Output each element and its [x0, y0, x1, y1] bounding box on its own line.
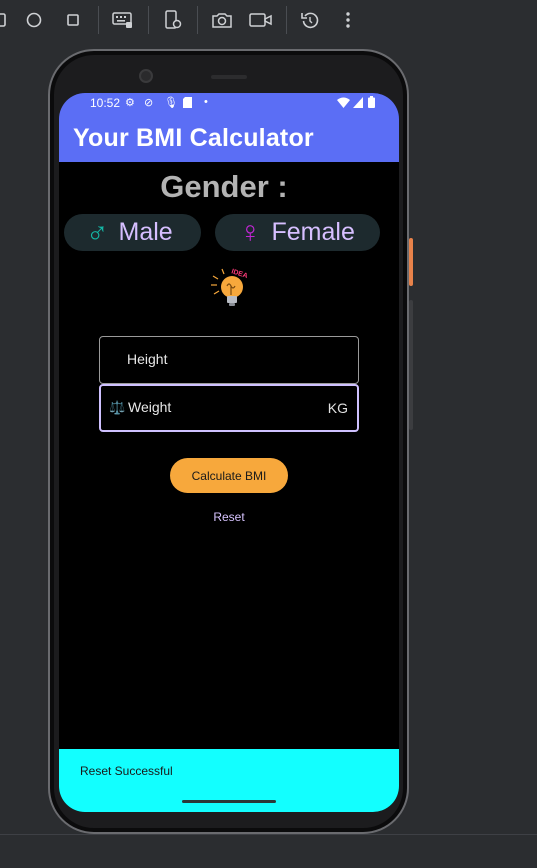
weight-input[interactable]: [128, 399, 308, 415]
toolbar-divider: [197, 6, 198, 34]
keyboard-icon[interactable]: [110, 8, 136, 32]
snackbar-message: Reset Successful: [80, 764, 173, 778]
toolbar-divider: [98, 6, 99, 34]
overview-square-icon[interactable]: [60, 8, 86, 32]
power-icon[interactable]: [0, 8, 14, 32]
rotate-icon[interactable]: [297, 8, 323, 32]
snackbar: Reset Successful: [59, 749, 399, 812]
volume-side-button[interactable]: [409, 300, 413, 430]
male-button[interactable]: ♂ Male: [64, 214, 201, 251]
sd-card-status-icon: [183, 97, 192, 111]
toolbar-divider: [286, 6, 287, 34]
window-divider: [0, 834, 537, 835]
phone-screen: 10:52 ⚙ ⊘ 🎙 • Your BMI Calculator Gender…: [59, 93, 399, 812]
height-input[interactable]: [127, 351, 347, 367]
emulator-toolbar: [0, 0, 537, 40]
app-bar: Your BMI Calculator: [59, 113, 399, 162]
shield-status-icon: ⊘: [144, 97, 154, 109]
device-settings-icon[interactable]: [160, 8, 186, 32]
female-button[interactable]: ♀ Female: [215, 214, 380, 251]
toolbar-divider: [148, 6, 149, 34]
female-symbol-icon: ♀: [239, 215, 262, 249]
weight-field[interactable]: ⚖️ KG: [99, 384, 359, 432]
wifi-icon: [337, 97, 350, 111]
emulator-window: 10:52 ⚙ ⊘ 🎙 • Your BMI Calculator Gender…: [0, 0, 537, 868]
gesture-home-bar[interactable]: [182, 800, 276, 803]
power-side-button[interactable]: [409, 238, 413, 286]
settings-status-icon: ⚙: [125, 97, 135, 109]
height-field[interactable]: [99, 336, 359, 384]
calculate-bmi-button[interactable]: Calculate BMI: [170, 458, 288, 493]
male-symbol-icon: ♂: [86, 215, 109, 249]
battery-icon: [368, 96, 375, 111]
camera-icon[interactable]: [209, 8, 235, 32]
signal-icon: [353, 97, 363, 111]
idea-lightbulb-icon: IDEA: [211, 268, 248, 306]
status-bar: 10:52 ⚙ ⊘ 🎙 •: [59, 93, 399, 113]
app-title: Your BMI Calculator: [73, 124, 314, 152]
female-label: Female: [271, 218, 355, 246]
video-record-icon[interactable]: [248, 8, 274, 32]
male-label: Male: [118, 218, 173, 246]
dot-status-icon: •: [204, 96, 208, 108]
reset-button[interactable]: Reset: [199, 509, 259, 525]
mic-status-icon: 🎙: [164, 97, 178, 109]
status-time: 10:52: [90, 96, 121, 110]
more-icon[interactable]: [335, 8, 361, 32]
earpiece: [211, 75, 247, 79]
home-circle-icon[interactable]: [21, 8, 47, 32]
front-camera: [139, 69, 153, 83]
weight-unit-suffix: KG: [327, 400, 348, 416]
scale-icon: ⚖️: [109, 400, 126, 415]
gender-heading: Gender :: [160, 169, 288, 204]
